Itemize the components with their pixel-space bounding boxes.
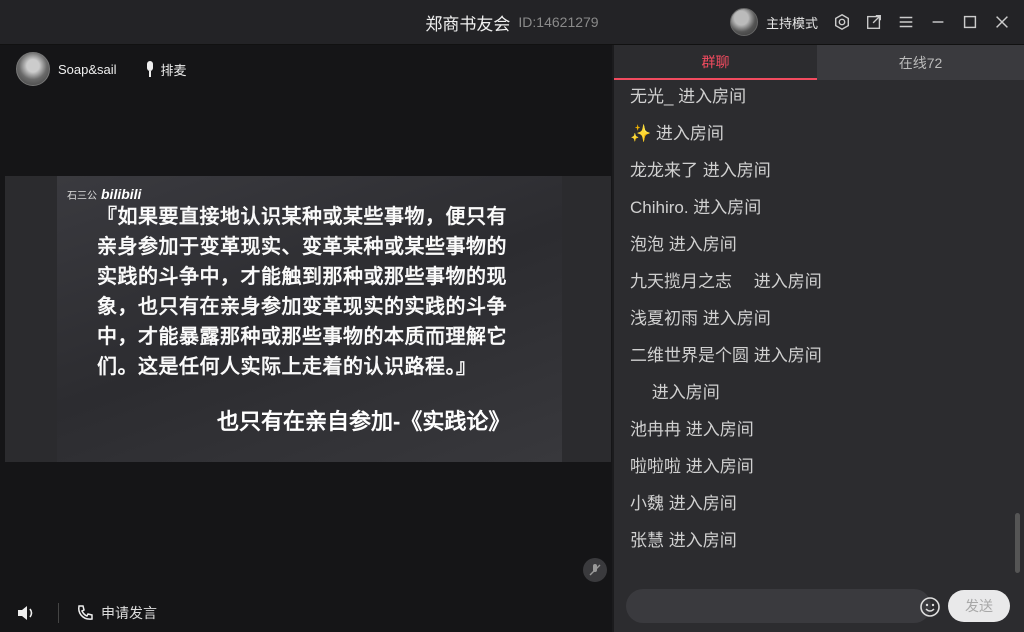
chat-panel: 群聊 在线72 一 进入房间 无光_ 进入房间 ✨ 进入房间 龙龙来了 进入房间… [614,45,1024,632]
video-frame: 石三公 bilibili 『如果要直接地认识某种或某些事物，便只有 亲身参加于变… [57,176,562,462]
divider [58,602,59,623]
speaker-name: Soap&sail [58,61,117,77]
title-bar: 郑商书友会 ID:14621279 主持模式 [0,0,1024,45]
watermark-cn: 石三公 [67,191,97,202]
list-item: 小魏 进入房间 [630,494,737,513]
avatar[interactable] [16,52,50,86]
list-item: 龙龙来了 进入房间 [630,161,771,180]
chat-scrollbar[interactable] [1015,513,1020,573]
title-bar-controls: 主持模式 [729,0,1024,44]
close-icon [996,16,1008,28]
queue-label: 排麦 [160,62,187,78]
speaker-row: Soap&sail 排麦 [16,52,187,86]
popout-icon [867,15,881,29]
menu-button[interactable] [892,8,920,36]
video-quote: 『如果要直接地认识某种或某些事物，便只有 亲身参加于变革现实、变革某种或某些事物… [97,202,537,382]
microphone-icon [146,61,153,77]
settings-icon [834,13,850,31]
menu-icon [899,16,913,28]
list-item: 浅夏初雨 进入房间 [630,309,771,328]
quote-line: 『如果要直接地认识某种或某些事物，便只有 [97,206,507,228]
settings-button[interactable] [828,8,856,36]
mic-muted-button[interactable] [583,558,607,582]
list-item: 无光_ 进入房间 [630,87,747,106]
room-title: 郑商书友会 [425,14,511,34]
quote-line: 亲身参加于变革现实、变革某种或某些事物的 [97,236,507,258]
maximize-button[interactable] [956,8,984,36]
list-item: 泡泡 进入房间 [630,235,737,254]
video-watermark: 石三公 bilibili [67,186,141,202]
phone-icon [78,604,93,620]
list-item: ✨ 进入房间 [630,124,724,143]
queue-button[interactable]: 排麦 [143,60,187,79]
list-item: 进入房间 [630,383,720,402]
video-subtitle: 也只有在亲自参加-《实践论》 [217,409,511,434]
list-item: 一 进入房间 [630,67,1010,78]
list-item: Chihiro. 进入房间 [630,198,762,217]
send-button[interactable]: 发送 [948,590,1010,622]
emoji-button[interactable] [919,596,941,618]
volume-button[interactable] [16,601,40,625]
message-list: 一 进入房间 无光_ 进入房间 ✨ 进入房间 龙龙来了 进入房间 Chihiro… [630,67,1010,567]
quote-line: 中，才能暴露那种或那些事物的本质而理解它 [97,326,507,348]
shared-video[interactable]: 石三公 bilibili 『如果要直接地认识某种或某些事物，便只有 亲身参加于变… [5,176,611,462]
list-item: 二维世界是个圆 进入房间 [630,346,822,365]
quote-line: 实践的斗争中，才能触到那种或那些事物的现 [97,266,507,288]
quote-line: 象，也只有在亲身参加变革现实的实践的斗争 [97,296,507,318]
popout-button[interactable] [860,8,888,36]
stage-area: Soap&sail 排麦 石三公 bilibili 『如果要直接地认识某种或某些… [0,45,612,632]
minimize-icon [932,21,944,23]
quote-line: 们。这是任何人实际上走着的认识路程。』 [97,356,477,378]
chat-input[interactable] [626,589,931,623]
apply-speak-button[interactable]: 申请发言 [75,603,157,623]
list-item: 池冉冉 进入房间 [630,420,754,439]
host-mode-label[interactable]: 主持模式 [766,13,818,32]
bottom-bar: 申请发言 [0,593,612,632]
volume-icon [18,605,33,620]
close-button[interactable] [988,8,1016,36]
watermark-brand: bilibili [101,186,142,202]
maximize-icon [963,15,977,29]
list-item: 九天揽月之志 进入房间 [630,272,822,291]
list-item: 啦啦啦 进入房间 [630,457,754,476]
room-id: ID:14621279 [518,14,599,30]
host-avatar[interactable] [729,8,758,36]
mic-muted-icon [589,564,601,576]
apply-speak-label: 申请发言 [101,604,157,621]
emoji-icon [920,597,940,617]
minimize-button[interactable] [924,8,952,36]
list-item: 张慧 进入房间 [630,531,737,550]
